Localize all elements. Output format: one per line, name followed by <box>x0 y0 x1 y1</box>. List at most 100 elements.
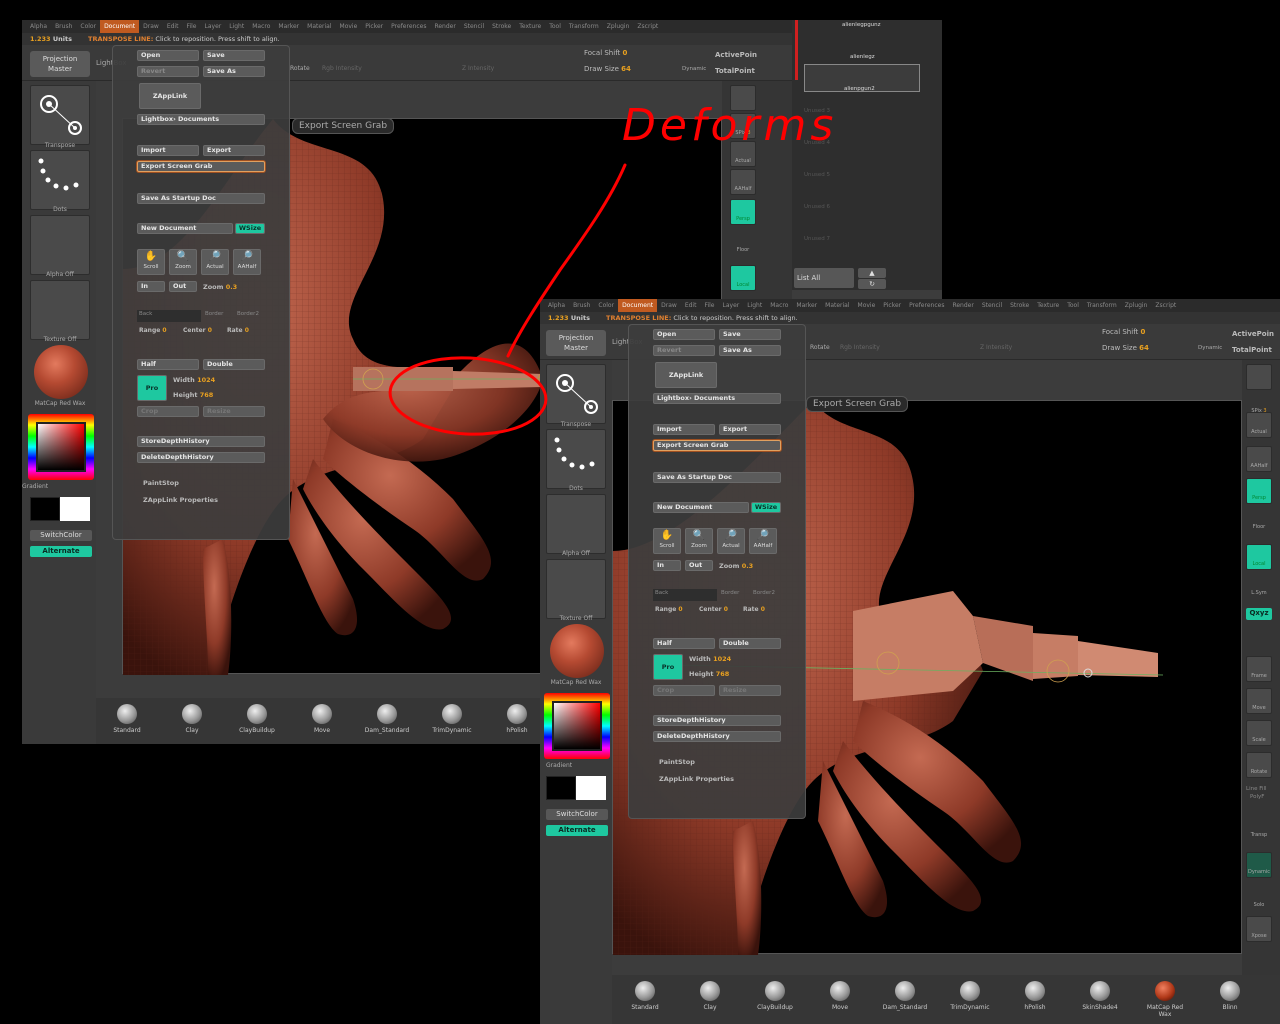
save-as-button[interactable]: Save As <box>719 345 781 356</box>
menu-macro[interactable]: Macro <box>766 299 792 312</box>
menu-stroke[interactable]: Stroke <box>488 20 515 33</box>
draw-size-slider[interactable]: Draw Size 64 <box>1102 344 1149 352</box>
zapplink-properties-menu[interactable]: ZAppLink Properties <box>659 775 734 783</box>
menu-preferences[interactable]: Preferences <box>387 20 430 33</box>
menu-layer[interactable]: Layer <box>719 299 744 312</box>
open-button[interactable]: Open <box>653 329 715 340</box>
projection-master-button[interactable]: Projection Master <box>546 330 606 356</box>
brush-move[interactable]: Move <box>815 981 865 1011</box>
main-color-swatch[interactable] <box>30 497 60 521</box>
actual-view-button[interactable]: Actual <box>730 141 756 167</box>
export-screen-grab-button[interactable]: Export Screen Grab <box>137 161 265 172</box>
lsym-button[interactable]: L.Sym <box>1246 574 1272 600</box>
menu-color[interactable]: Color <box>76 20 100 33</box>
width-slider[interactable]: Width 1024 <box>173 376 215 384</box>
menu-render[interactable]: Render <box>948 299 977 312</box>
subtool-unused-4[interactable]: Unused 4 <box>804 140 830 146</box>
pro-button[interactable]: Pro <box>137 375 167 401</box>
zoom-in-button[interactable]: In <box>137 281 165 292</box>
delete-depth-history-button[interactable]: DeleteDepthHistory <box>653 731 781 742</box>
half-button[interactable]: Half <box>653 638 715 649</box>
bpr-button[interactable] <box>730 85 756 111</box>
background-swatch[interactable]: Back <box>137 310 201 322</box>
open-button[interactable]: Open <box>137 50 199 61</box>
half-button[interactable]: Half <box>137 359 199 370</box>
menu-preferences[interactable]: Preferences <box>905 299 948 312</box>
rgb-intensity-slider[interactable]: Rgb Intensity <box>840 344 880 351</box>
floor-button[interactable]: Floor <box>730 231 756 257</box>
aahalf-button[interactable]: 🔎 AAHalf <box>233 249 261 275</box>
zoom-out-button[interactable]: Out <box>169 281 197 292</box>
menu-brush[interactable]: Brush <box>569 299 594 312</box>
import-button[interactable]: Import <box>653 424 715 435</box>
menu-layer[interactable]: Layer <box>201 20 226 33</box>
resize-button[interactable]: Resize <box>719 685 781 696</box>
subtool-item-1[interactable]: alienlegpgunz <box>842 22 881 28</box>
alpha-button[interactable] <box>30 215 90 275</box>
polyf-button[interactable]: PolyF <box>1250 794 1264 800</box>
delete-depth-history-button[interactable]: DeleteDepthHistory <box>137 452 265 463</box>
material-ball[interactable] <box>550 624 604 678</box>
double-button[interactable]: Double <box>719 638 781 649</box>
switch-color-button[interactable]: SwitchColor <box>546 809 608 820</box>
stroke-dots-button[interactable] <box>30 150 90 210</box>
menu-stencil[interactable]: Stencil <box>460 20 488 33</box>
menu-edit[interactable]: Edit <box>681 299 701 312</box>
zoom-in-button[interactable]: In <box>653 560 681 571</box>
menu-stencil[interactable]: Stencil <box>978 299 1006 312</box>
material-ball[interactable] <box>34 345 88 399</box>
stroke-dots-button[interactable] <box>546 429 606 489</box>
brush-trimdynamic[interactable]: TrimDynamic <box>945 981 995 1011</box>
save-button[interactable]: Save <box>203 50 265 61</box>
wsize-button[interactable]: WSize <box>235 223 265 234</box>
menu-draw[interactable]: Draw <box>657 299 681 312</box>
subtool-scrollbar[interactable] <box>795 20 798 80</box>
menu-zplugin[interactable]: Zplugin <box>603 20 634 33</box>
menu-zscript[interactable]: Zscript <box>633 20 662 33</box>
lightbox-documents-button[interactable]: Lightbox› Documents <box>653 393 781 404</box>
menu-file[interactable]: File <box>182 20 200 33</box>
color-picker[interactable] <box>36 422 86 472</box>
brush-hpolish[interactable]: hPolish <box>492 704 542 734</box>
height-slider[interactable]: Height 768 <box>689 670 729 678</box>
texture-button[interactable] <box>546 559 606 619</box>
scale-button[interactable]: Scale <box>1246 720 1272 746</box>
menu-marker[interactable]: Marker <box>792 299 821 312</box>
crop-button[interactable]: Crop <box>653 685 715 696</box>
solo-button[interactable]: Solo <box>1246 886 1272 912</box>
save-button[interactable]: Save <box>719 329 781 340</box>
menu-render[interactable]: Render <box>430 20 459 33</box>
line-fill-button[interactable]: Line Fill <box>1246 786 1267 792</box>
aahalf-view-button[interactable]: AAHalf <box>730 169 756 195</box>
draw-size-slider[interactable]: Draw Size 64 <box>584 65 631 73</box>
crop-button[interactable]: Crop <box>137 406 199 417</box>
subtool-item-3[interactable]: alienpgun2 <box>844 86 875 92</box>
save-as-button[interactable]: Save As <box>203 66 265 77</box>
double-button[interactable]: Double <box>203 359 265 370</box>
alpha-button[interactable] <box>546 494 606 554</box>
center-slider[interactable]: Center 0 <box>699 606 728 613</box>
zapplink-button[interactable]: ZAppLink <box>655 362 717 388</box>
bpr-button[interactable] <box>1246 364 1272 390</box>
brush-move[interactable]: Move <box>297 704 347 734</box>
zoom-button[interactable]: 🔍 Zoom <box>169 249 197 275</box>
subtool-unused-6[interactable]: Unused 6 <box>804 204 830 210</box>
border-label[interactable]: Border <box>721 590 739 596</box>
brush-dam-standard[interactable]: Dam_Standard <box>880 981 930 1011</box>
subtool-unused-7[interactable]: Unused 7 <box>804 236 830 242</box>
revert-button[interactable]: Revert <box>653 345 715 356</box>
store-depth-history-button[interactable]: StoreDepthHistory <box>137 436 265 447</box>
menu-light[interactable]: Light <box>225 20 248 33</box>
menu-macro[interactable]: Macro <box>248 20 274 33</box>
save-startup-doc-button[interactable]: Save As Startup Doc <box>653 472 781 483</box>
rate-slider[interactable]: Rate 0 <box>227 327 249 334</box>
export-button[interactable]: Export <box>203 145 265 156</box>
dynamic-button[interactable]: Dynamic <box>682 66 706 72</box>
menu-transform[interactable]: Transform <box>1083 299 1121 312</box>
export-button[interactable]: Export <box>719 424 781 435</box>
border2-label[interactable]: Border2 <box>753 590 775 596</box>
menu-color[interactable]: Color <box>594 299 618 312</box>
secondary-color-swatch[interactable] <box>60 497 90 521</box>
main-color-swatch[interactable] <box>546 776 576 800</box>
move-up-button[interactable]: ▲ <box>858 268 886 278</box>
